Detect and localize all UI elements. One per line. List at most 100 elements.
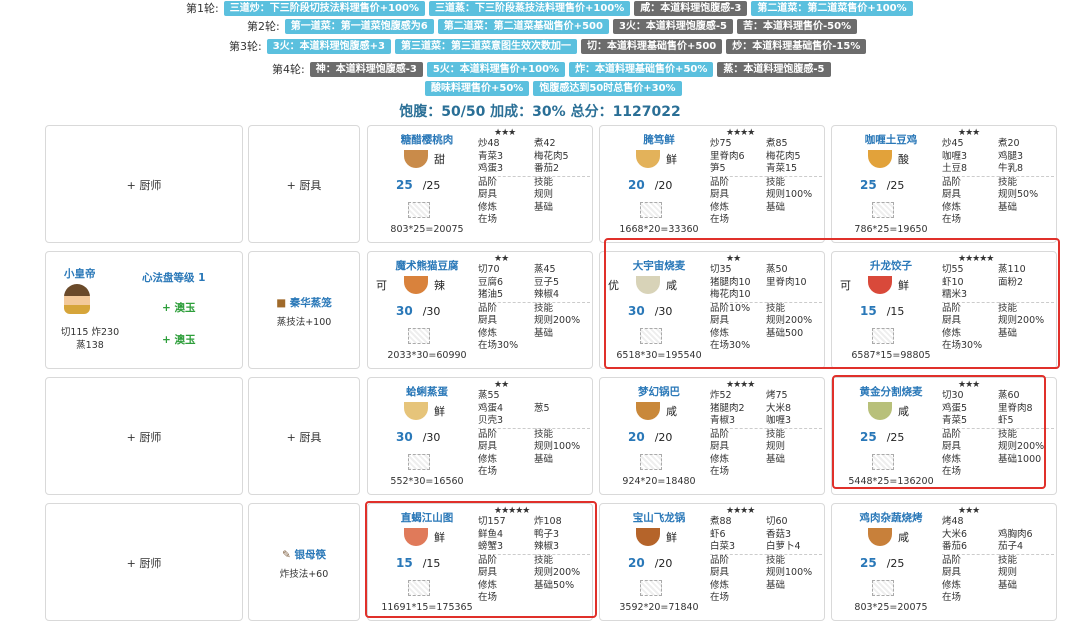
rule-tag: 切：本道料理基础售价+500 [581, 38, 723, 54]
dish-card[interactable]: 梦幻锅巴咸 20/20 924*20=18480 ★★★★ 炸52 烤75 猪腿肉2 大米8 青… [599, 377, 825, 495]
ingredient-row: 鸡蛋3 番茄2 [478, 163, 560, 174]
dish-stats: 蒸55 鸡蛋4 葱5 贝壳3 品阶 技能 厨具 规则100% 修炼 基础 在场 [478, 390, 596, 479]
dish-name[interactable]: 鸡肉杂蔬烧烤 [832, 510, 950, 525]
rule-tag: 蒸：本道料理饱腹感-5 [717, 61, 831, 77]
dish-name[interactable]: 蛤蜊蒸蛋 [368, 384, 486, 399]
dish-name[interactable]: 咖喱土豆鸡 [832, 132, 950, 147]
ingredient-row: 青椒3 咖喱3 [710, 415, 792, 426]
dish-card[interactable]: 宝山飞龙锅鲜 20/20 3592*20=71840 ★★★★ 煮88 切60 虾6 香菇3 白… [599, 503, 825, 621]
bonus-row: 品阶 技能 [478, 302, 554, 314]
dish-name[interactable]: 腌笃鲜 [600, 132, 718, 147]
condiment-slot[interactable] [640, 580, 662, 596]
bonus-row: 修炼 基础 [478, 327, 554, 339]
dish-name[interactable]: 魔术熊猫豆腐 [368, 258, 486, 273]
ingredient-row: 炒45 煮20 [942, 138, 1020, 149]
dish-icon [636, 528, 660, 546]
dish-card[interactable]: 咖喱土豆鸡酸 25/25 786*25=19650 ★★★ 炒45 煮20 咖喱3 鸡腿3 土豆… [831, 125, 1057, 243]
chef-slot-empty[interactable]: + 厨师 [45, 125, 243, 243]
dish-quantity[interactable]: 25/25 [860, 178, 904, 192]
condiment-slot[interactable] [872, 202, 894, 218]
ingredient-row: 鸡蛋4 葱5 [478, 402, 550, 414]
rule-tag: 饱腹感达到50时总售价+30% [533, 81, 682, 96]
condiment-slot[interactable] [408, 454, 430, 470]
bonus-row: 在场 [478, 466, 498, 477]
star-rating: ★★★ [958, 128, 980, 138]
round-label: 第1轮: [186, 2, 219, 15]
bonus-row: 修炼 基础 [710, 579, 786, 591]
bonus-row: 厨具 规则 [710, 441, 786, 452]
bonus-row: 厨具 规则100% [710, 567, 813, 578]
chef-slot-empty[interactable]: + 厨师 [45, 503, 243, 621]
bonus-row: 厨具 规则100% [478, 441, 581, 452]
rule-tag: 5火：本道料理售价+100% [426, 61, 566, 77]
rule-tag: 炸：本道料理基础售价+50% [569, 61, 714, 77]
bonus-row: 在场 [710, 214, 730, 225]
star-rating: ★★★ [494, 128, 516, 138]
dish-icon [868, 528, 892, 546]
dish-quantity[interactable]: 30/30 [396, 430, 440, 444]
dish-stats: 炒45 煮20 咖喱3 鸡腿3 土豆8 牛乳8 品阶 技能 厨具 规则50% 修炼 基础 在场 [942, 138, 1060, 227]
ingredient-row: 切70 蒸45 [478, 264, 556, 275]
condiment-slot[interactable] [408, 328, 430, 344]
equip-slot-empty[interactable]: + 厨具 [248, 125, 360, 243]
ingredient-row: 白菜3 白萝卜4 [710, 541, 801, 552]
dish-card[interactable]: 魔术熊猫豆腐可 辣 30/30 2033*30=60990 ★★ 切70 蒸45 豆腐6 豆子5… [367, 251, 593, 369]
bonus-row: 厨具 规则 [478, 189, 554, 200]
dish-name[interactable]: 宝山飞龙锅 [600, 510, 718, 525]
add-jade-button[interactable]: + 澳玉 [162, 332, 195, 347]
dish-quantity[interactable]: 20/20 [628, 556, 672, 570]
dish-quantity[interactable]: 25/25 [860, 556, 904, 570]
rule-tag: 第三道菜：第三道菜意图生效次数加一 [395, 38, 578, 54]
dish-card[interactable]: 腌笃鲜鲜 20/20 1668*20=33360 ★★★★ 炒75 煮85 里脊肉6 梅花肉5… [599, 125, 825, 243]
rule-tag: 神：本道料理饱腹感-3 [309, 61, 423, 77]
chef-name[interactable]: 小皇帝 [64, 266, 96, 281]
ingredient-row: 虾6 香菇3 [710, 528, 792, 540]
dish-stats: 炸52 烤75 猪腿肉2 大米8 青椒3 咖喱3 品阶 技能 厨具 规则 修炼 基础 在场 [710, 390, 828, 479]
dish-quantity[interactable]: 25/25 [396, 178, 440, 192]
dish-name[interactable]: 糖醋樱桃肉 [368, 132, 486, 147]
add-chef-label: + 厨师 [126, 179, 162, 192]
add-jade-button[interactable]: + 澳玉 [162, 300, 195, 315]
dish-quantity[interactable]: 20/20 [628, 430, 672, 444]
dish-stats: 炒48 煮42 青菜3 梅花肉5 鸡蛋3 番茄2 品阶 技能 厨具 规则 修炼 基础 在场 [478, 138, 596, 227]
dish-quantity[interactable]: 30/30 [396, 304, 440, 318]
ingredient-row: 番茄6 茄子4 [942, 541, 1024, 552]
dish-icon [404, 402, 428, 420]
rule-tag: 3火：本道料理饱腹感-5 [612, 18, 734, 34]
dish-total: 1668*20=33360 [619, 224, 699, 235]
bonus-row: 品阶 技能 [942, 554, 1018, 566]
bonus-row: 修炼 基础 [942, 201, 1018, 213]
condiment-slot[interactable] [872, 580, 894, 596]
ingredient-row: 大米6 鸡胸肉6 [942, 528, 1033, 540]
equip-slot-empty[interactable]: + 厨具 [248, 377, 360, 495]
round-label: 第2轮: [247, 20, 280, 33]
dish-quantity[interactable]: 20/20 [628, 178, 672, 192]
chef-avatar[interactable] [64, 284, 90, 314]
star-rating: ★★ [494, 254, 509, 264]
heart-disk-level[interactable]: 心法盘等级 1 [142, 270, 205, 285]
condiment-slot[interactable] [408, 202, 430, 218]
ingredient-row: 土豆8 牛乳8 [942, 163, 1024, 174]
condiment-slot[interactable] [640, 202, 662, 218]
condiment-slot[interactable] [640, 454, 662, 470]
dish-stats: 煮88 切60 虾6 香菇3 白菜3 白萝卜4 品阶 技能 厨具 规则100% 修炼 基础 在场 [710, 516, 828, 605]
star-rating: ★★ [494, 380, 509, 390]
rule-row: 第4轮: 神：本道料理饱腹感-3 5火：本道料理售价+100% 炸：本道料理基础售价+… [272, 61, 835, 77]
bonus-row: 修炼 基础 [478, 201, 554, 213]
dish-card[interactable]: 蛤蜊蒸蛋鲜 30/30 552*30=16560 ★★ 蒸55 鸡蛋4 葱5 贝壳3 品阶 技能厨… [367, 377, 593, 495]
dish-stats: 烤48 大米6 鸡胸肉6 番茄6 茄子4 品阶 技能 厨具 规则 修炼 基础 在场 [942, 516, 1060, 605]
dish-icon [636, 150, 660, 168]
dish-card[interactable]: 鸡肉杂蔬烧烤咸 25/25 803*25=20075 ★★★ 烤48 大米6 鸡胸肉6 番茄6… [831, 503, 1057, 621]
bonus-row: 修炼 基础 [942, 579, 1018, 591]
chef-card[interactable]: 小皇帝 切115 炸230 蒸138 心法盘等级 1 + 澳玉 + 澳玉 [45, 251, 243, 369]
add-chef-label: + 厨师 [126, 557, 162, 570]
dish-name[interactable]: 梦幻锅巴 [600, 384, 718, 399]
dish-card[interactable]: 糖醋樱桃肉甜 25/25 803*25=20075 ★★★ 炒48 煮42 青菜3 梅花肉5 鸡… [367, 125, 593, 243]
equip-card[interactable]: ✎ 银母筷 炸技法+60 [248, 503, 360, 621]
ingredient-row: 笋5 青菜15 [710, 163, 798, 174]
equip-card[interactable]: ■ 秦华蒸笼 蒸技法+100 [248, 251, 360, 369]
star-rating: ★★★★ [726, 506, 755, 516]
star-rating: ★★★★ [726, 128, 755, 138]
ingredient-row: 贝壳3 [478, 415, 504, 426]
chef-slot-empty[interactable]: + 厨师 [45, 377, 243, 495]
